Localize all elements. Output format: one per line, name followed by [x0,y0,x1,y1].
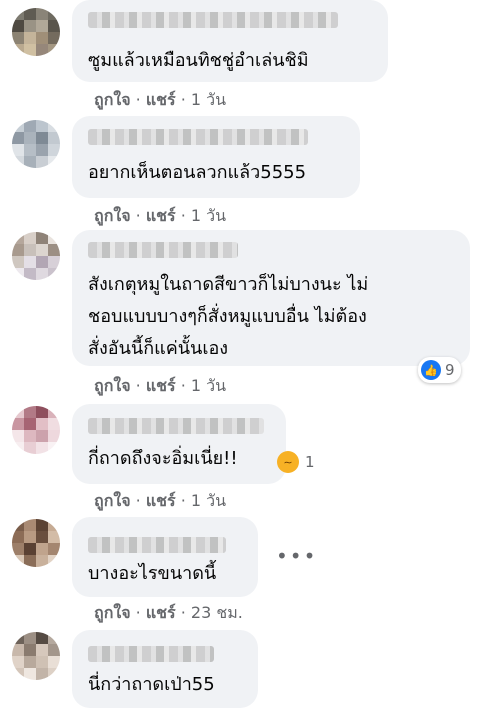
reply-link[interactable]: แชร์ [146,376,176,395]
separator: · [180,206,186,225]
more-options-icon[interactable]: ••• [276,544,317,568]
separator: · [180,491,186,510]
avatar[interactable] [12,232,60,280]
separator: · [135,206,141,225]
comment-actions: ถูกใจ · แชร์ · 1 วัน [94,489,226,514]
comment-text: สั่งอันนี้ก็แค่นั้นเอง [88,338,229,359]
avatar[interactable] [12,120,60,168]
comment-text: อยากเห็นตอนลวกแล้ว5555 [88,162,307,183]
separator: · [180,90,186,109]
comment-text: กี่ถาดถึงจะอิ่มเนี่ย!! [88,448,238,469]
reaction-count: 1 [305,453,315,471]
like-link[interactable]: ถูกใจ [94,376,131,395]
comment-text: ชอบแบบบางๆก็สั่งหมูแบบอื่น ไม่ต้อง [88,306,367,327]
reaction-summary[interactable]: ∼ 1 [274,449,321,475]
like-link[interactable]: ถูกใจ [94,491,131,510]
reply-link[interactable]: แชร์ [146,491,176,510]
comment-text: สังเกตุหมูในถาดสีขาวก็ไม่บางนะ ไม่ [88,274,369,295]
separator: · [180,376,186,395]
haha-icon: ∼ [277,451,299,473]
comment-actions: ถูกใจ · แชร์ · 23 ชม. [94,601,243,626]
reaction-count: 9 [445,361,455,379]
author-name[interactable] [88,242,238,258]
timestamp[interactable]: 1 วัน [191,90,226,109]
avatar[interactable] [12,8,60,56]
separator: · [135,376,141,395]
reaction-summary[interactable]: 👍 9 [418,357,461,383]
author-name[interactable] [88,12,338,28]
separator: · [135,491,141,510]
like-link[interactable]: ถูกใจ [94,90,131,109]
avatar[interactable] [12,406,60,454]
like-link[interactable]: ถูกใจ [94,603,131,622]
timestamp[interactable]: 1 วัน [191,491,226,510]
comment-bubble: กี่ถาดถึงจะอิ่มเนี่ย!! [72,404,286,484]
comment-bubble: บางอะไรขนาดนี้ [72,517,258,597]
comment-text: บางอะไรขนาดนี้ [88,563,217,584]
comment-text: ซูมแล้วเหมือนทิชชู่อำเล่นชิมิ [88,50,309,71]
author-name[interactable] [88,646,214,662]
comment-bubble: สังเกตุหมูในถาดสีขาวก็ไม่บางนะ ไม่ ชอบแบ… [72,230,470,366]
comment-actions: ถูกใจ · แชร์ · 1 วัน [94,374,226,399]
like-link[interactable]: ถูกใจ [94,206,131,225]
comment-text: นี่กว่าถาดเป่า55 [88,674,215,695]
comment-actions: ถูกใจ · แชร์ · 1 วัน [94,88,226,113]
avatar[interactable] [12,632,60,680]
avatar[interactable] [12,519,60,567]
separator: · [180,603,186,622]
reply-link[interactable]: แชร์ [146,603,176,622]
author-name[interactable] [88,418,264,434]
timestamp[interactable]: 23 ชม. [191,603,243,622]
comment-bubble: ซูมแล้วเหมือนทิชชู่อำเล่นชิมิ [72,0,388,82]
comment-actions: ถูกใจ · แชร์ · 1 วัน [94,204,226,229]
comment-bubble: นี่กว่าถาดเป่า55 [72,630,258,708]
timestamp[interactable]: 1 วัน [191,376,226,395]
comment-bubble: อยากเห็นตอนลวกแล้ว5555 [72,116,360,198]
reply-link[interactable]: แชร์ [146,206,176,225]
separator: · [135,603,141,622]
like-icon: 👍 [421,360,441,380]
author-name[interactable] [88,129,308,145]
reply-link[interactable]: แชร์ [146,90,176,109]
separator: · [135,90,141,109]
timestamp[interactable]: 1 วัน [191,206,226,225]
author-name[interactable] [88,537,226,553]
